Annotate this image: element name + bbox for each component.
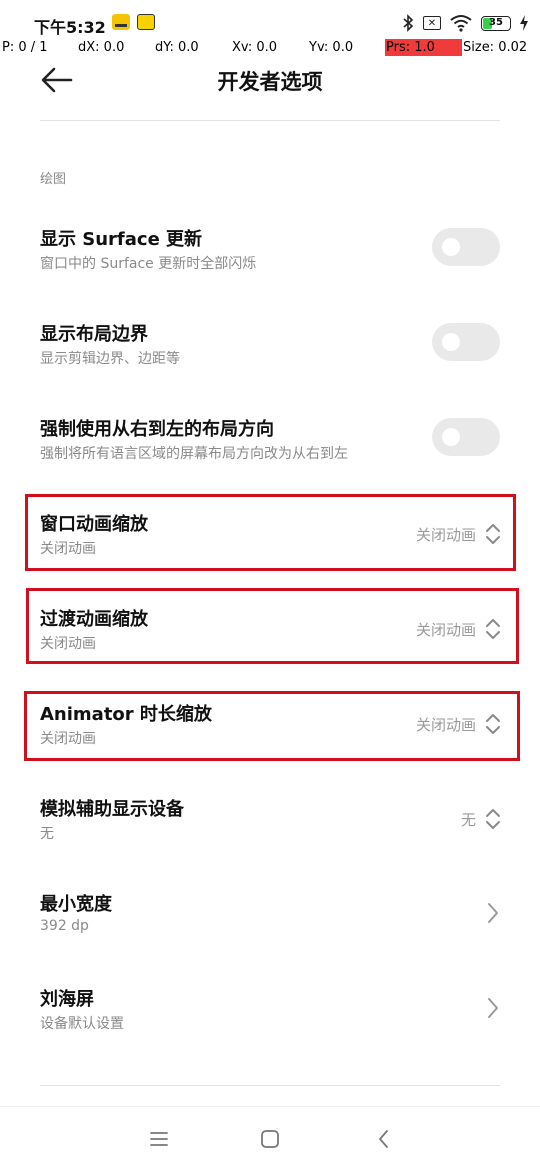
pointer-size: Size: 0.02 xyxy=(463,40,528,55)
system-nav-bar xyxy=(0,1106,540,1170)
toggle-knob xyxy=(442,238,460,256)
setting-force-rtl-layout[interactable]: 强制使用从右到左的布局方向 强制将所有语言区域的屏幕布局方向改为从右到左 xyxy=(0,400,540,480)
status-icons: ✕ 35 xyxy=(402,13,528,33)
toggle-knob xyxy=(442,333,460,351)
status-time: 下午5:32 xyxy=(34,18,106,37)
setting-show-layout-bounds[interactable]: 显示布局边界 显示剪辑边界、边距等 xyxy=(0,305,540,385)
setting-smallest-width[interactable]: 最小宽度 392 dp xyxy=(0,875,540,955)
home-icon[interactable] xyxy=(258,1127,282,1151)
section-label-drawing: 绘图 xyxy=(40,172,67,187)
annotation-highlight-box xyxy=(24,691,520,761)
setting-title: 最小宽度 xyxy=(40,894,112,915)
setting-simulate-secondary-display[interactable]: 模拟辅助显示设备 无 无 xyxy=(0,780,540,860)
chevron-right-icon xyxy=(488,903,498,923)
annotation-highlight-box xyxy=(25,494,516,571)
chevron-updown-icon xyxy=(486,809,500,829)
setting-title: 模拟辅助显示设备 xyxy=(40,799,184,820)
pointer-pressure: Prs: 1.0 xyxy=(386,40,435,55)
toggle-switch[interactable] xyxy=(432,228,500,266)
pointer-dy: dY: 0.0 xyxy=(155,40,199,55)
toggle-switch[interactable] xyxy=(432,323,500,361)
setting-subtitle: 设备默认设置 xyxy=(40,1016,124,1032)
pointer-location-overlay: P: 0 / 1 dX: 0.0 dY: 0.0 Xv: 0.0 Yv: 0.0… xyxy=(0,38,540,58)
setting-subtitle: 窗口中的 Surface 更新时全部闪烁 xyxy=(40,256,257,272)
setting-title: 刘海屏 xyxy=(40,989,94,1010)
setting-title: 显示布局边界 xyxy=(40,324,148,345)
chevron-right-icon xyxy=(488,998,498,1018)
pointer-count: P: 0 / 1 xyxy=(2,40,48,55)
charging-icon xyxy=(520,14,528,32)
notification-app-icon xyxy=(137,14,155,30)
taxi-app-icon xyxy=(112,14,130,30)
setting-title: 强制使用从右到左的布局方向 xyxy=(40,419,274,440)
setting-value: 无 xyxy=(460,811,476,829)
menu-icon[interactable] xyxy=(147,1127,171,1151)
header-divider xyxy=(40,120,500,121)
battery-level: 35 xyxy=(489,16,503,28)
toggle-switch[interactable] xyxy=(432,418,500,456)
setting-subtitle: 强制将所有语言区域的屏幕布局方向改为从右到左 xyxy=(40,446,348,462)
no-sim-icon: ✕ xyxy=(423,16,441,30)
setting-show-surface-updates[interactable]: 显示 Surface 更新 窗口中的 Surface 更新时全部闪烁 xyxy=(0,210,540,290)
setting-title: 显示 Surface 更新 xyxy=(40,229,203,250)
page-title: 开发者选项 xyxy=(217,70,323,94)
pointer-yv: Yv: 0.0 xyxy=(309,40,354,55)
battery-icon: 35 xyxy=(481,15,511,31)
annotation-highlight-box xyxy=(26,588,519,664)
setting-display-cutout[interactable]: 刘海屏 设备默认设置 xyxy=(0,970,540,1050)
toggle-knob xyxy=(442,428,460,446)
setting-subtitle: 无 xyxy=(40,826,54,842)
bluetooth-icon xyxy=(402,14,414,32)
wifi-icon xyxy=(450,14,472,32)
list-divider xyxy=(40,1085,500,1086)
pointer-xv: Xv: 0.0 xyxy=(232,40,278,55)
app-header: 开发者选项 xyxy=(0,58,540,102)
setting-subtitle: 显示剪辑边界、边距等 xyxy=(40,351,180,367)
setting-subtitle: 392 dp xyxy=(40,918,89,934)
status-bar: 下午5:32 ✕ 35 xyxy=(0,0,540,40)
back-icon[interactable] xyxy=(372,1127,396,1151)
pointer-dx: dX: 0.0 xyxy=(78,40,125,55)
